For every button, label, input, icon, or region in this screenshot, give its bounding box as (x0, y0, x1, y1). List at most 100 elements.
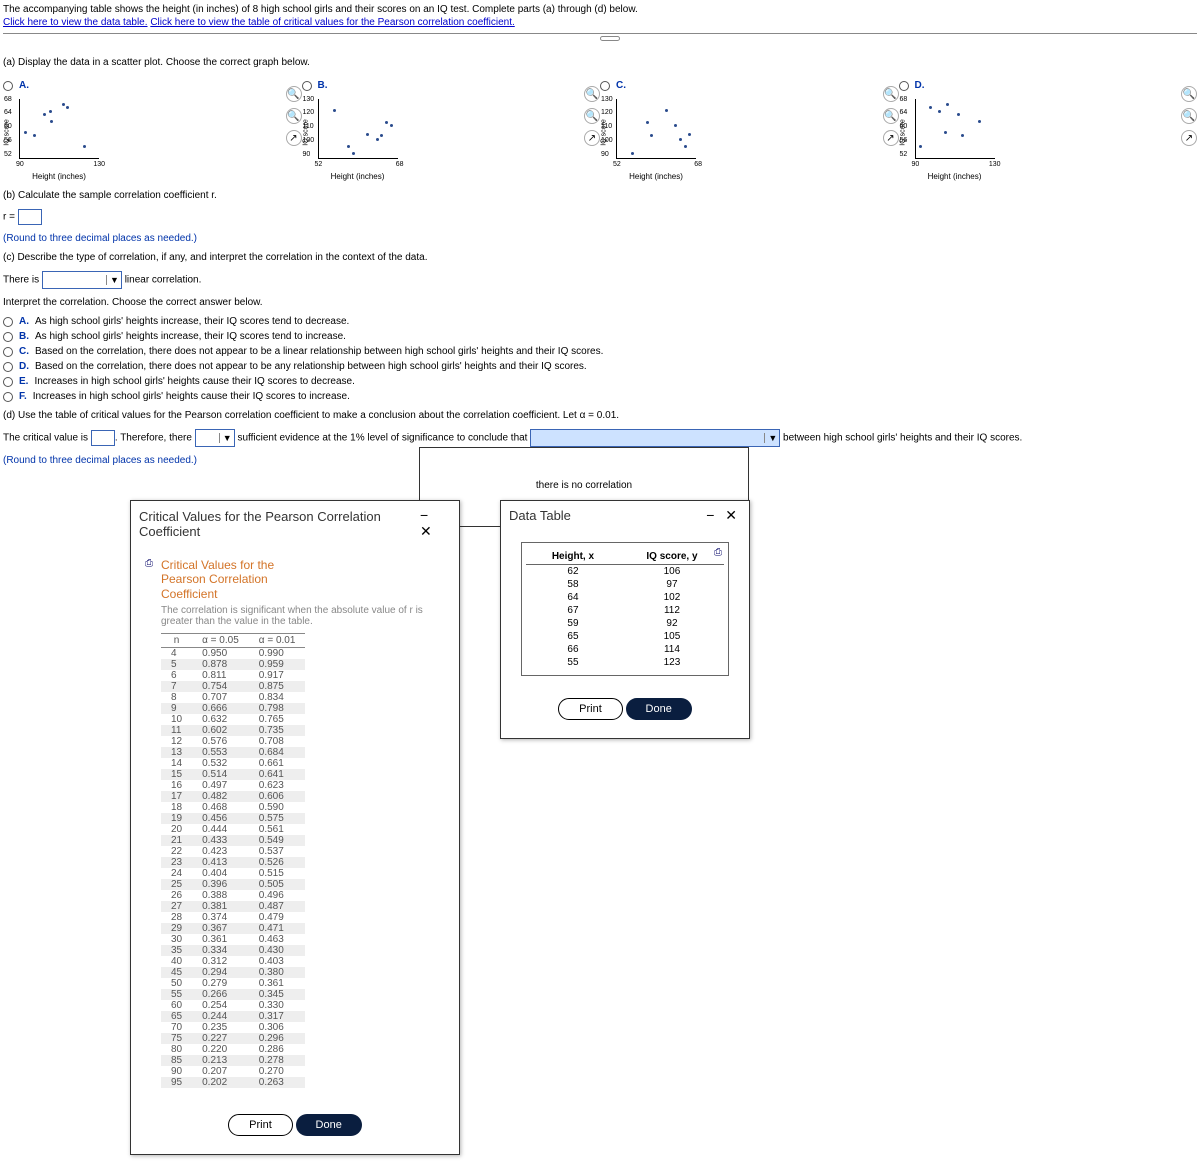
zoom-in-icon[interactable]: 🔍 (584, 86, 600, 102)
popout-icon[interactable]: ↗ (883, 130, 899, 146)
zoom-in-icon[interactable]: 🔍 (883, 86, 899, 102)
intro: The accompanying table shows the height … (3, 3, 1197, 29)
conclusion-dropdown[interactable]: ▼ (530, 429, 780, 447)
close-icon[interactable]: ✕ (416, 523, 436, 539)
radio-c-f[interactable] (3, 392, 13, 402)
table-row: 450.2940.380 (161, 967, 305, 978)
table-row: 130.5530.684 (161, 747, 305, 758)
choice-text: Based on the correlation, there does not… (35, 361, 587, 372)
part-c-prompt2: Interpret the correlation. Choose the co… (3, 297, 1197, 308)
table-row: 750.2270.296 (161, 1033, 305, 1044)
data-point (929, 106, 932, 109)
data-point (674, 124, 677, 127)
table-row: 55123 (526, 656, 724, 669)
table-row: 500.2790.361 (161, 978, 305, 989)
choice-label: E. (19, 376, 28, 387)
table-row: 550.2660.345 (161, 989, 305, 1000)
link-critical-values[interactable]: Click here to view the table of critical… (150, 17, 514, 28)
part-b-note: (Round to three decimal places as needed… (3, 233, 1197, 244)
table-row: 120.5760.708 (161, 736, 305, 747)
data-point (978, 120, 981, 123)
table-row: 62106 (526, 565, 724, 579)
cv-table-heading: Critical Values for the Pearson Correlat… (161, 558, 429, 601)
data-point (961, 134, 964, 137)
zoom-out-icon[interactable]: 🔍 (584, 108, 600, 124)
table-row: 900.2070.270 (161, 1066, 305, 1077)
zoom-out-icon[interactable]: 🔍 (286, 108, 302, 124)
choice-label: C. (19, 346, 29, 357)
zoom-in-icon[interactable]: 🔍 (1181, 86, 1197, 102)
radio-c-d[interactable] (3, 362, 13, 372)
done-button[interactable]: Done (626, 698, 692, 720)
print-icon[interactable]: ⎙ (714, 547, 722, 558)
data-point (919, 145, 922, 148)
data-point (50, 120, 53, 123)
data-point (957, 113, 960, 116)
critical-value-input[interactable] (91, 430, 115, 446)
data-point (631, 152, 634, 155)
table-row: 950.2020.263 (161, 1077, 305, 1088)
zoom-out-icon[interactable]: 🔍 (1181, 108, 1197, 124)
data-point (380, 134, 383, 137)
table-row: 800.2200.286 (161, 1044, 305, 1055)
data-point (352, 152, 355, 155)
print-button[interactable]: Print (228, 1114, 293, 1136)
radio-b[interactable] (302, 81, 312, 91)
dropdown-option[interactable]: there is no correlation (420, 472, 748, 499)
minimize-icon[interactable]: − (702, 507, 718, 523)
table-row: 290.3670.471 (161, 923, 305, 934)
data-point (43, 113, 46, 116)
print-icon[interactable]: ⎙ (145, 558, 153, 569)
minimize-icon[interactable]: − (416, 507, 432, 523)
zoom-in-icon[interactable]: 🔍 (286, 86, 302, 102)
zoom-out-icon[interactable]: 🔍 (883, 108, 899, 124)
table-row: 300.3610.463 (161, 934, 305, 945)
print-button[interactable]: Print (558, 698, 623, 720)
table-row: 200.4440.561 (161, 824, 305, 835)
radio-c-e[interactable] (3, 377, 13, 387)
done-button[interactable]: Done (296, 1114, 362, 1136)
choice-text: Based on the correlation, there does not… (35, 346, 603, 357)
radio-c-b[interactable] (3, 332, 13, 342)
data-point (688, 133, 691, 136)
popout-icon[interactable]: ↗ (286, 130, 302, 146)
correlation-type-dropdown[interactable]: ▼ (42, 271, 122, 289)
table-row: 70.7540.875 (161, 681, 305, 692)
popout-icon[interactable]: ↗ (1181, 130, 1197, 146)
collapse-handle[interactable] (600, 36, 620, 41)
data-point (684, 145, 687, 148)
radio-c-c[interactable] (3, 347, 13, 357)
table-row: 650.2440.317 (161, 1011, 305, 1022)
popup-title: Data Table (509, 508, 571, 523)
link-data-table[interactable]: Click here to view the data table. (3, 17, 148, 28)
table-row: 5992 (526, 617, 724, 630)
table-row: 50.8780.959 (161, 659, 305, 670)
data-point (83, 145, 86, 148)
table-row: 210.4330.549 (161, 835, 305, 846)
divider (3, 33, 1197, 34)
radio-d[interactable] (899, 81, 909, 91)
radio-c[interactable] (600, 81, 610, 91)
close-icon[interactable]: ✕ (721, 507, 741, 523)
table-row: 40.9500.990 (161, 648, 305, 660)
sufficiency-dropdown[interactable]: ▼ (195, 429, 235, 447)
data-point (646, 121, 649, 124)
choice-label: B. (19, 331, 29, 342)
radio-c-a[interactable] (3, 317, 13, 327)
data-point (679, 138, 682, 141)
table-row: 700.2350.306 (161, 1022, 305, 1033)
choice-label: D. (19, 361, 29, 372)
r-value-input[interactable] (18, 209, 42, 225)
data-point (385, 121, 388, 124)
radio-a[interactable] (3, 81, 13, 91)
table-row: 110.6020.735 (161, 725, 305, 736)
choice-label: F. (19, 391, 27, 402)
table-row: 280.3740.479 (161, 912, 305, 923)
table-row: 400.3120.403 (161, 956, 305, 967)
choice-text: Increases in high school girls' heights … (33, 391, 350, 402)
option-b-label: B. (318, 80, 328, 91)
table-row: 350.3340.430 (161, 945, 305, 956)
popout-icon[interactable]: ↗ (584, 130, 600, 146)
popup-title: Critical Values for the Pearson Correlat… (139, 509, 416, 539)
table-row: 64102 (526, 591, 724, 604)
